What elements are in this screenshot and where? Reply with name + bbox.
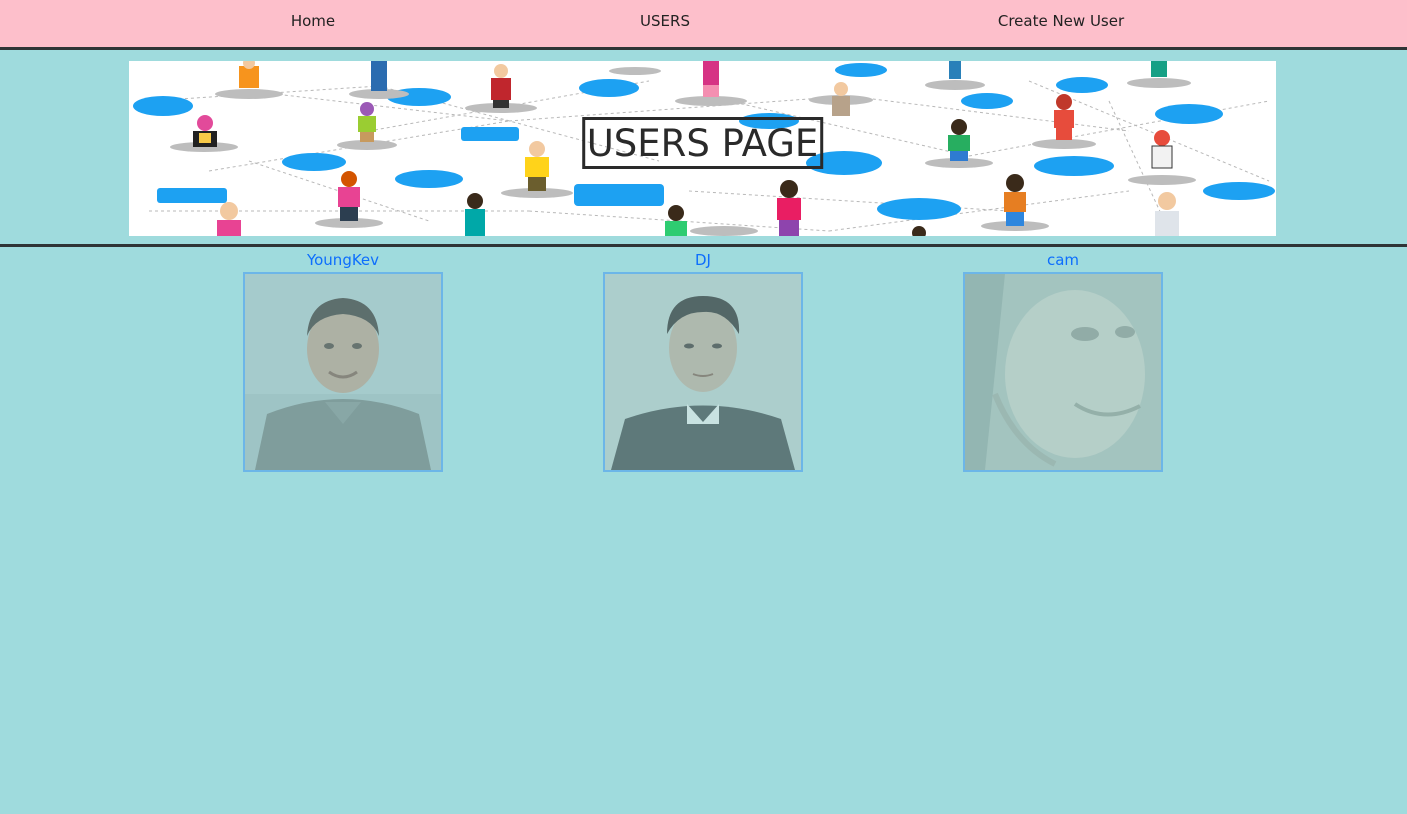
page-title: USERS PAGE [581,117,824,169]
user-name-link[interactable]: DJ [603,251,803,272]
person-photo-icon [605,274,801,470]
user-avatar-photo[interactable] [963,272,1163,472]
person-photo-icon [245,274,441,470]
person-photo-icon [965,274,1161,470]
nav-users-link[interactable]: USERS [640,12,690,30]
banner-section: USERS PAGE [0,50,1407,247]
top-navbar: Home USERS Create New User [0,0,1407,50]
nav-home-link[interactable]: Home [291,12,335,30]
user-avatar-photo[interactable] [243,272,443,472]
banner-image: USERS PAGE [129,61,1276,236]
user-card: YoungKev [243,251,443,472]
nav-create-user-link[interactable]: Create New User [998,12,1124,30]
user-card: cam [963,251,1163,472]
user-name-link[interactable]: YoungKev [243,251,443,272]
user-name-link[interactable]: cam [963,251,1163,272]
user-avatar-photo[interactable] [603,272,803,472]
user-card: DJ [603,251,803,472]
